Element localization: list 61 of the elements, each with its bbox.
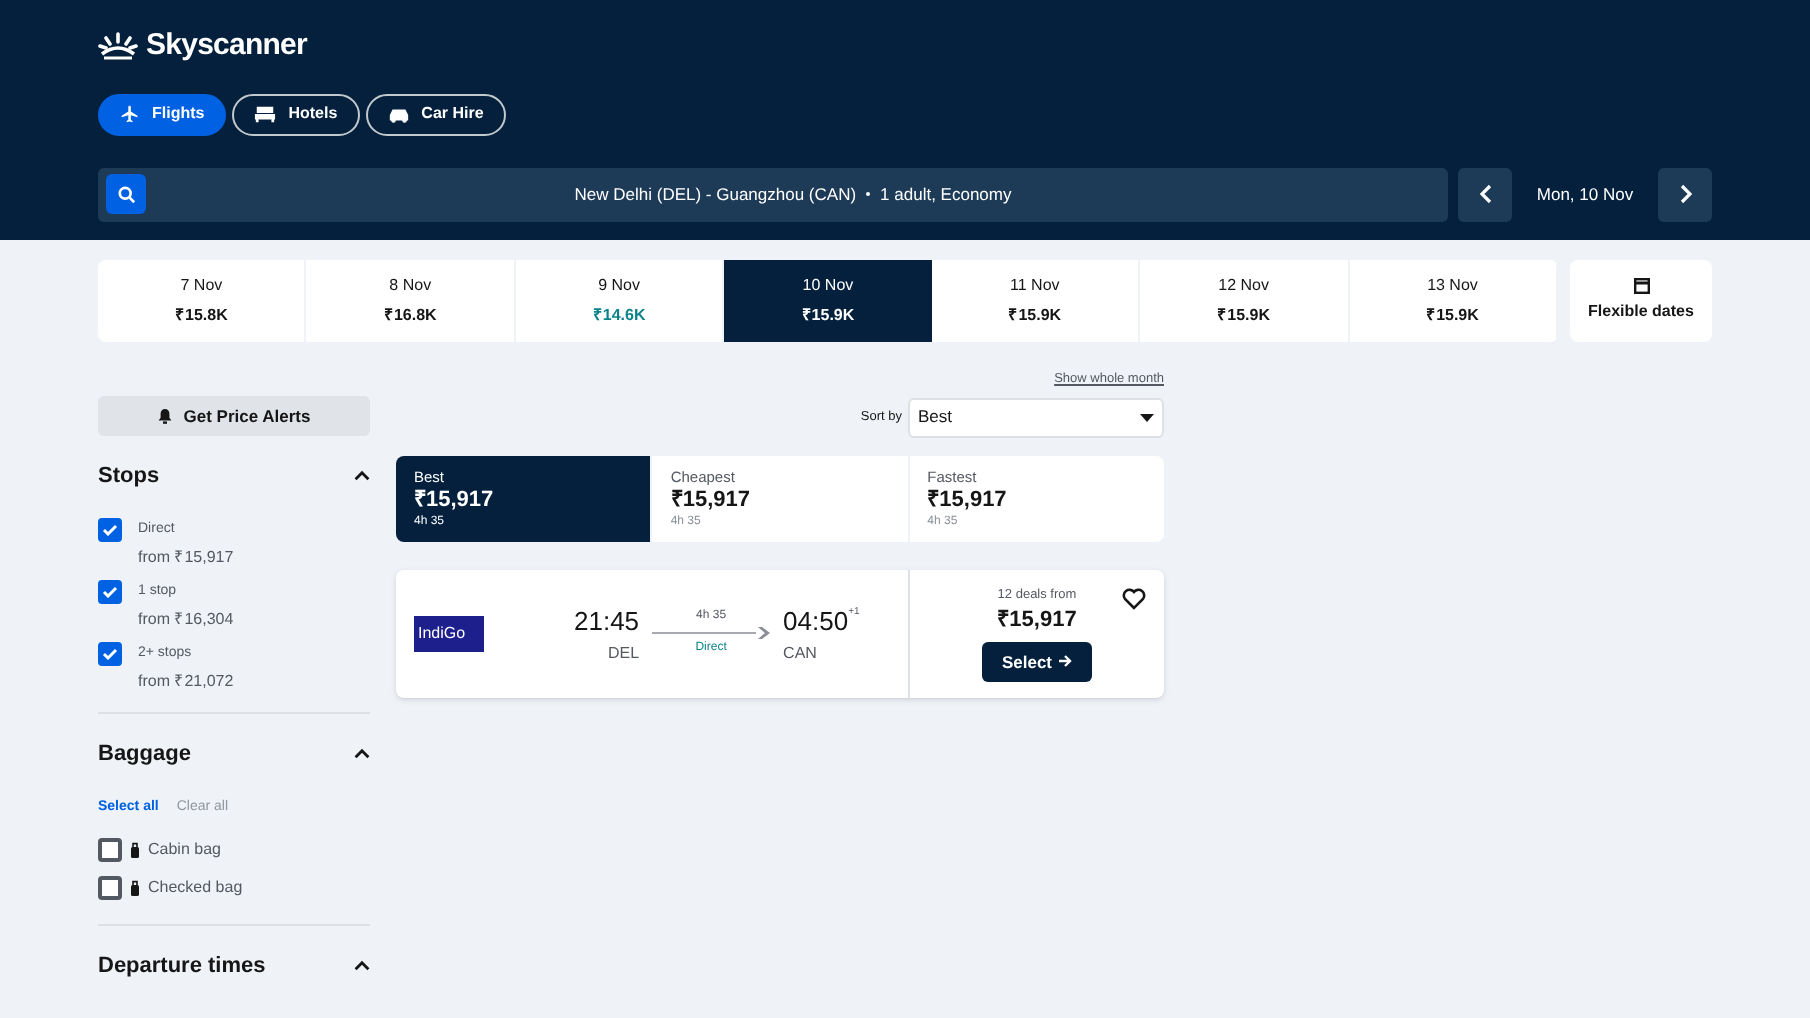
stop-price: from ₹15,917 [138,545,234,567]
stop-price: from ₹21,072 [138,669,234,691]
flight-price: ₹15,917 [997,606,1077,637]
price-alerts-button[interactable]: Get Price Alerts [98,396,370,436]
search-icon [117,185,135,203]
date-option[interactable]: 12 Nov ₹15.9K [1140,260,1350,342]
bag-icon [130,841,140,857]
sort-dropdown[interactable]: Best [908,397,1164,438]
plane-icon [120,104,140,124]
flexible-dates-button[interactable]: Flexible dates [1570,260,1712,342]
section-title: Departure times [98,951,266,981]
arrive-airport: CAN [783,641,817,665]
bed-icon [254,104,277,124]
depart-airport: DEL [607,641,640,665]
nav-tab[interactable]: Flights [98,93,227,135]
date-option[interactable]: 10 Nov ₹15.9K [724,260,932,342]
chevron-up-icon[interactable] [354,470,370,483]
depart-time: 21:45 [574,604,640,640]
nav-tab[interactable]: Hotels [232,93,360,135]
date-option[interactable]: 7 Nov ₹15.8K [98,260,307,342]
arrow-right-icon [1058,654,1073,669]
date-option[interactable]: 13 Nov ₹15.9K [1349,260,1558,342]
airline-logo: IndiGo [414,615,484,652]
bag-label: Cabin bag [148,837,221,861]
date-option[interactable]: 11 Nov ₹15.9K [931,260,1141,342]
car-icon [387,105,410,123]
flight-line-icon [651,626,772,641]
section-title: Stops [98,462,160,492]
check-icon [102,523,118,535]
date-option[interactable]: 8 Nov ₹16.8K [306,260,516,342]
bag-label: Checked bag [148,875,243,899]
heart-icon[interactable] [1122,587,1146,610]
arrive-time: 04:50 [783,604,849,640]
date-text: Mon, 10 Nov [1534,181,1636,207]
checkbox[interactable] [98,641,122,665]
search-bar[interactable]: New Delhi (DEL) - Guangzhou (CAN) 1 adult, Economy [98,167,1448,221]
travellers-text: 1 adult, Economy [880,183,1012,204]
search-button[interactable] [106,174,146,214]
check-icon [102,585,118,597]
dropdown-caret-icon [1140,413,1154,422]
chevron-up-icon[interactable] [354,959,370,972]
checkbox[interactable] [98,579,122,603]
chevron-up-icon[interactable] [354,747,370,760]
previous-date-button[interactable] [1458,167,1512,221]
section-title: Baggage [98,739,191,769]
bag-icon [130,879,140,895]
checkbox[interactable] [98,517,122,541]
nav-tab[interactable]: Car Hire [365,93,506,135]
sunrise-logo-icon [98,32,138,61]
logo-text[interactable]: Skyscanner [146,24,307,69]
chevron-right-icon [1679,184,1691,204]
checkbox[interactable] [98,837,122,861]
route-text: New Delhi (DEL) - Guangzhou (CAN) [574,183,857,204]
next-date-button[interactable] [1658,167,1712,221]
bell-icon [157,408,172,424]
checkbox[interactable] [98,875,122,899]
chevron-left-icon [1479,184,1491,204]
stop-price: from ₹16,304 [138,607,234,629]
check-icon [102,647,118,659]
calendar-icon [1633,278,1649,294]
select-button[interactable]: Select [981,641,1093,682]
